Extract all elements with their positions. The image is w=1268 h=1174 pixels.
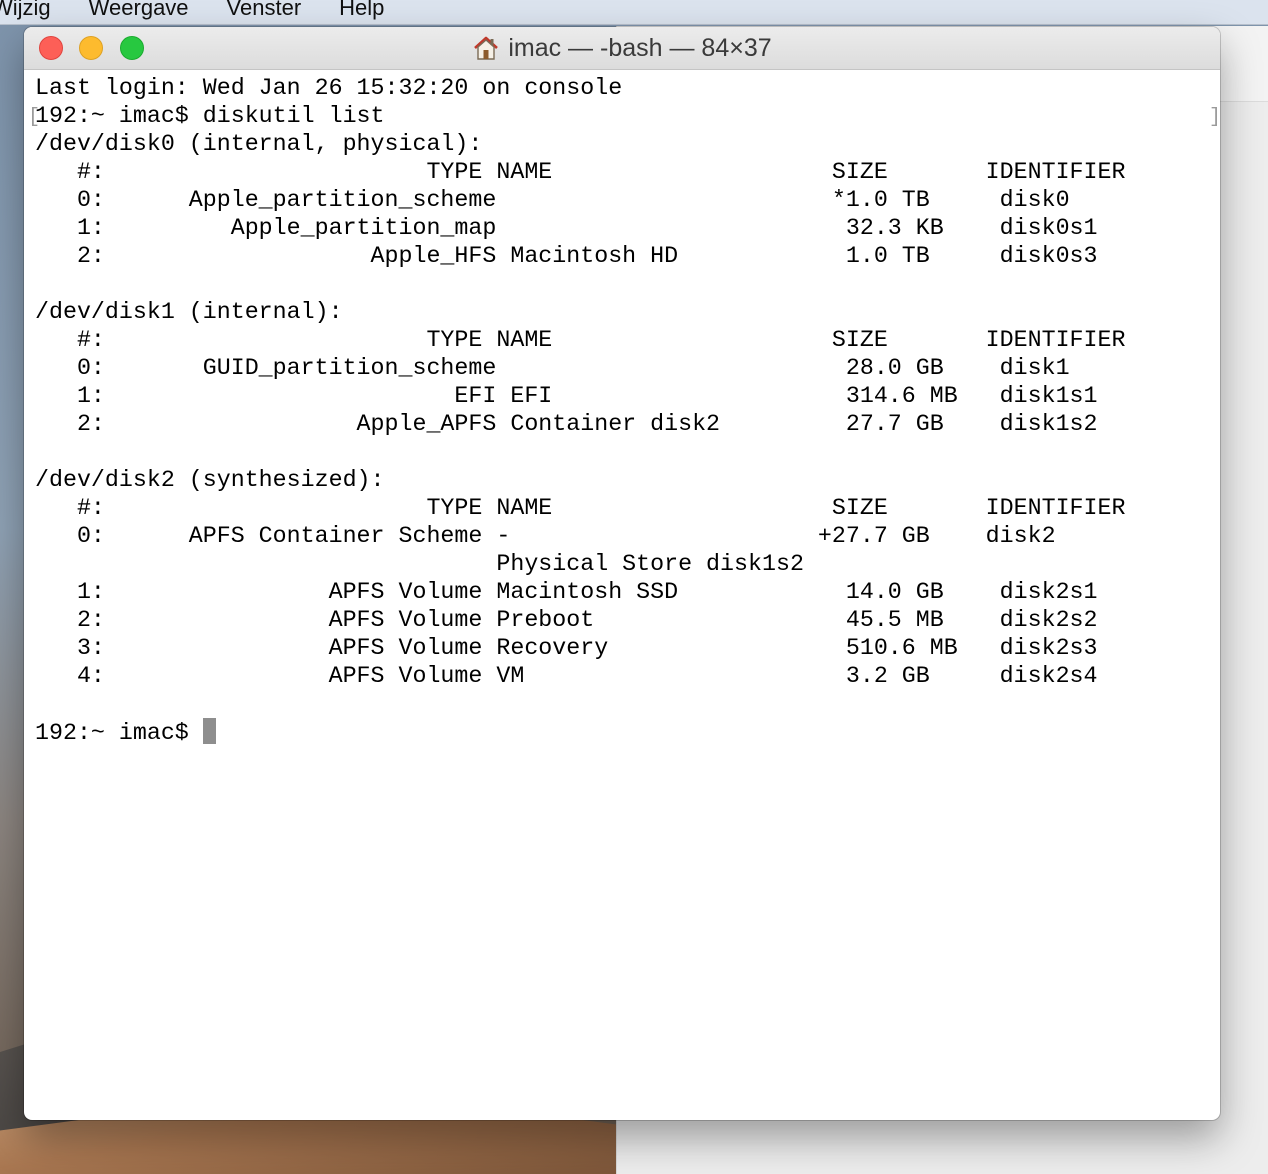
terminal-line: 3: APFS Volume Recovery 510.6 MB disk2s3 (35, 635, 1098, 661)
terminal-line: #: TYPE NAME SIZE IDENTIFIER (35, 159, 1126, 185)
terminal-line: 2: APFS Volume Preboot 45.5 MB disk2s2 (35, 607, 1098, 633)
terminal-line: Last login: Wed Jan 26 15:32:20 on conso… (35, 75, 623, 101)
terminal-line: 1: Apple_partition_map 32.3 KB disk0s1 (35, 215, 1098, 241)
terminal-window[interactable]: imac — -bash — 84×37 Last login: Wed Jan… (24, 27, 1220, 1120)
menu-item-help[interactable]: Help (319, 0, 402, 20)
home-icon (472, 35, 500, 61)
terminal-line: 2: Apple_HFS Macintosh HD 1.0 TB disk0s3 (35, 243, 1098, 269)
text-cursor (202, 718, 216, 744)
mark-bracket-left: [ (28, 106, 41, 129)
window-title: imac — -bash — 84×37 (24, 27, 1220, 69)
menu-bar: Wijzig Weergave Venster Help (0, 0, 1268, 25)
terminal-line: /dev/disk2 (synthesized): (35, 467, 385, 493)
terminal-line: 1: EFI EFI 314.6 MB disk1s1 (35, 383, 1098, 409)
window-title-text: imac — -bash — 84×37 (508, 33, 772, 62)
menu-item-weergave[interactable]: Weergave (69, 0, 207, 20)
terminal-prompt: 192:~ imac$ (35, 720, 203, 746)
menu-item-wijzig[interactable]: Wijzig (0, 0, 69, 20)
terminal-line: #: TYPE NAME SIZE IDENTIFIER (35, 495, 1126, 521)
terminal-line: 0: Apple_partition_scheme *1.0 TB disk0 (35, 187, 1070, 213)
terminal-line: 0: GUID_partition_scheme 28.0 GB disk1 (35, 355, 1070, 381)
terminal-line: 2: Apple_APFS Container disk2 27.7 GB di… (35, 411, 1098, 437)
terminal-prompt-line[interactable]: 192:~ imac$ (35, 718, 1125, 746)
terminal-line: /dev/disk1 (internal): (35, 299, 343, 325)
terminal-output[interactable]: Last login: Wed Jan 26 15:32:20 on conso… (35, 74, 1125, 746)
terminal-line: Physical Store disk1s2 (35, 551, 804, 577)
terminal-line: /dev/disk0 (internal, physical): (35, 131, 483, 157)
terminal-line: 1: APFS Volume Macintosh SSD 14.0 GB dis… (35, 579, 1098, 605)
terminal-line: #: TYPE NAME SIZE IDENTIFIER (35, 327, 1126, 353)
terminal-line: 4: APFS Volume VM 3.2 GB disk2s4 (35, 663, 1098, 689)
window-titlebar[interactable]: imac — -bash — 84×37 (24, 27, 1220, 70)
menu-item-venster[interactable]: Venster (207, 0, 320, 20)
mark-bracket-right: ] (1209, 106, 1222, 129)
terminal-line: 192:~ imac$ diskutil list (35, 103, 385, 129)
terminal-line: 0: APFS Container Scheme - +27.7 GB disk… (35, 523, 1056, 549)
